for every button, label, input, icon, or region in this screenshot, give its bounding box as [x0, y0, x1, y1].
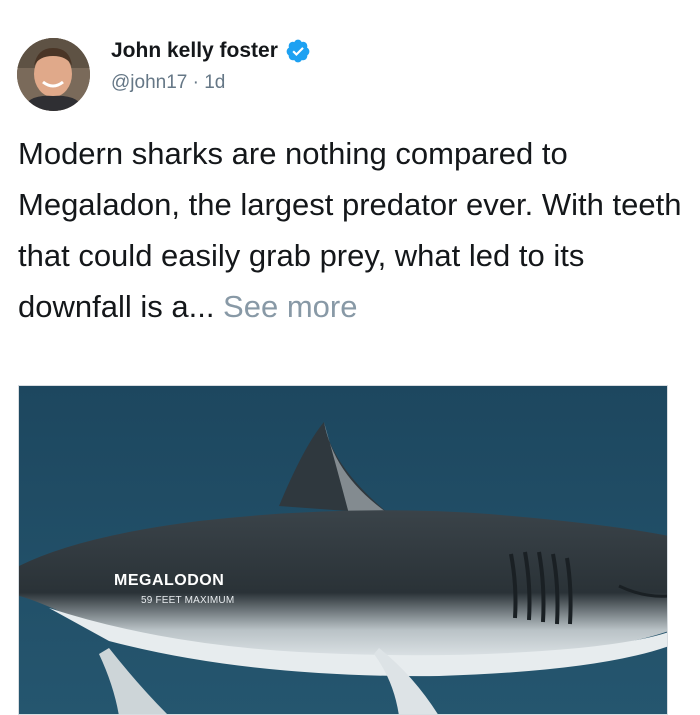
media-subtitle: 59 FEET MAXIMUM [141, 595, 235, 606]
profile-photo-icon [17, 38, 90, 111]
see-more-link[interactable]: See more [223, 289, 357, 324]
megalodon-illustration [19, 386, 667, 714]
meta-separator: · [187, 72, 205, 93]
post-card: John kelly foster @john17 · 1d Modern sh… [0, 0, 700, 715]
post-timestamp[interactable]: 1d [204, 72, 225, 93]
verified-badge-icon [286, 39, 310, 63]
author-name-row: John kelly foster [111, 38, 311, 64]
post-text: Modern sharks are nothing compared to Me… [18, 128, 698, 332]
author-handle[interactable]: @john17 [111, 72, 187, 93]
author-name[interactable]: John kelly foster [111, 39, 278, 63]
post-media-image[interactable]: MEGALODON 59 FEET MAXIMUM [18, 385, 668, 715]
media-title: MEGALODON [114, 572, 225, 589]
author-avatar[interactable] [17, 38, 90, 111]
post-meta: @john17 · 1d [111, 72, 225, 94]
